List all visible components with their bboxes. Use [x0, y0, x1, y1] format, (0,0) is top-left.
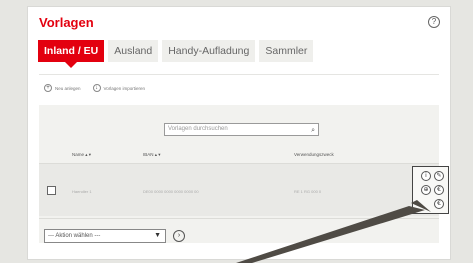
column-header-purpose: Verwendungszweck	[294, 152, 334, 157]
info-icon[interactable]: i	[421, 171, 431, 181]
row-action-icons: i ✎ ⊕ € €	[412, 166, 449, 214]
help-icon[interactable]: ?	[428, 16, 440, 28]
table-row[interactable]: Haendler 1 DE00 0000 0000 0000 0000 00 R…	[39, 164, 439, 216]
tab-ausland[interactable]: Ausland	[108, 40, 159, 62]
row-iban: DE00 0000 0000 0000 0000 00	[143, 189, 199, 194]
new-template-label: Neu anlegen	[55, 85, 81, 91]
search-icon[interactable]: ⌕	[311, 125, 315, 136]
delete-icon[interactable]: €	[434, 199, 444, 209]
row-checkbox[interactable]	[47, 186, 56, 195]
tab-sammler[interactable]: Sammler	[259, 40, 314, 62]
tab-bar: Inland / EU Ausland Handy-Aufladung Samm…	[38, 40, 314, 68]
import-templates-label: Vorlagen importieren	[103, 85, 146, 91]
templates-card: Vorlagen ? Inland / EU Ausland Handy-Auf…	[27, 6, 451, 260]
bulk-action-select[interactable]: --- Aktion wählen --- ▼	[44, 229, 166, 243]
search-placeholder: Vorlagen durchsuchen	[168, 126, 228, 132]
row-purpose: RE 1 RG 000 0	[294, 189, 322, 194]
tab-inland-eu[interactable]: Inland / EU	[38, 40, 105, 68]
transfer-icon[interactable]: €	[434, 185, 444, 195]
caret-down-icon: ▼	[154, 232, 161, 239]
column-header-name[interactable]: Name ▴ ▾	[72, 152, 91, 158]
edit-icon[interactable]: ✎	[434, 171, 444, 181]
search-input[interactable]: Vorlagen durchsuchen ⌕	[164, 123, 319, 136]
tab-handy-aufladung[interactable]: Handy-Aufladung	[162, 40, 256, 62]
template-actions: + Neu anlegen ↓ Vorlagen importieren	[44, 84, 145, 92]
import-templates-button[interactable]: ↓ Vorlagen importieren	[92, 84, 146, 92]
copy-icon[interactable]: ⊕	[421, 185, 431, 195]
execute-action-button[interactable]: ›	[173, 230, 185, 242]
row-name: Haendler 1	[72, 189, 92, 194]
import-icon: ↓	[92, 84, 101, 92]
divider	[39, 218, 439, 219]
bulk-action-value: --- Aktion wählen ---	[48, 233, 101, 239]
new-template-button[interactable]: + Neu anlegen	[44, 84, 81, 92]
divider	[39, 74, 439, 75]
page-title: Vorlagen	[39, 15, 94, 30]
plus-icon: +	[44, 84, 52, 92]
column-header-iban[interactable]: IBAN ▴ ▾	[143, 152, 161, 158]
table-header: Name ▴ ▾ IBAN ▴ ▾ Verwendungszweck	[39, 147, 439, 163]
